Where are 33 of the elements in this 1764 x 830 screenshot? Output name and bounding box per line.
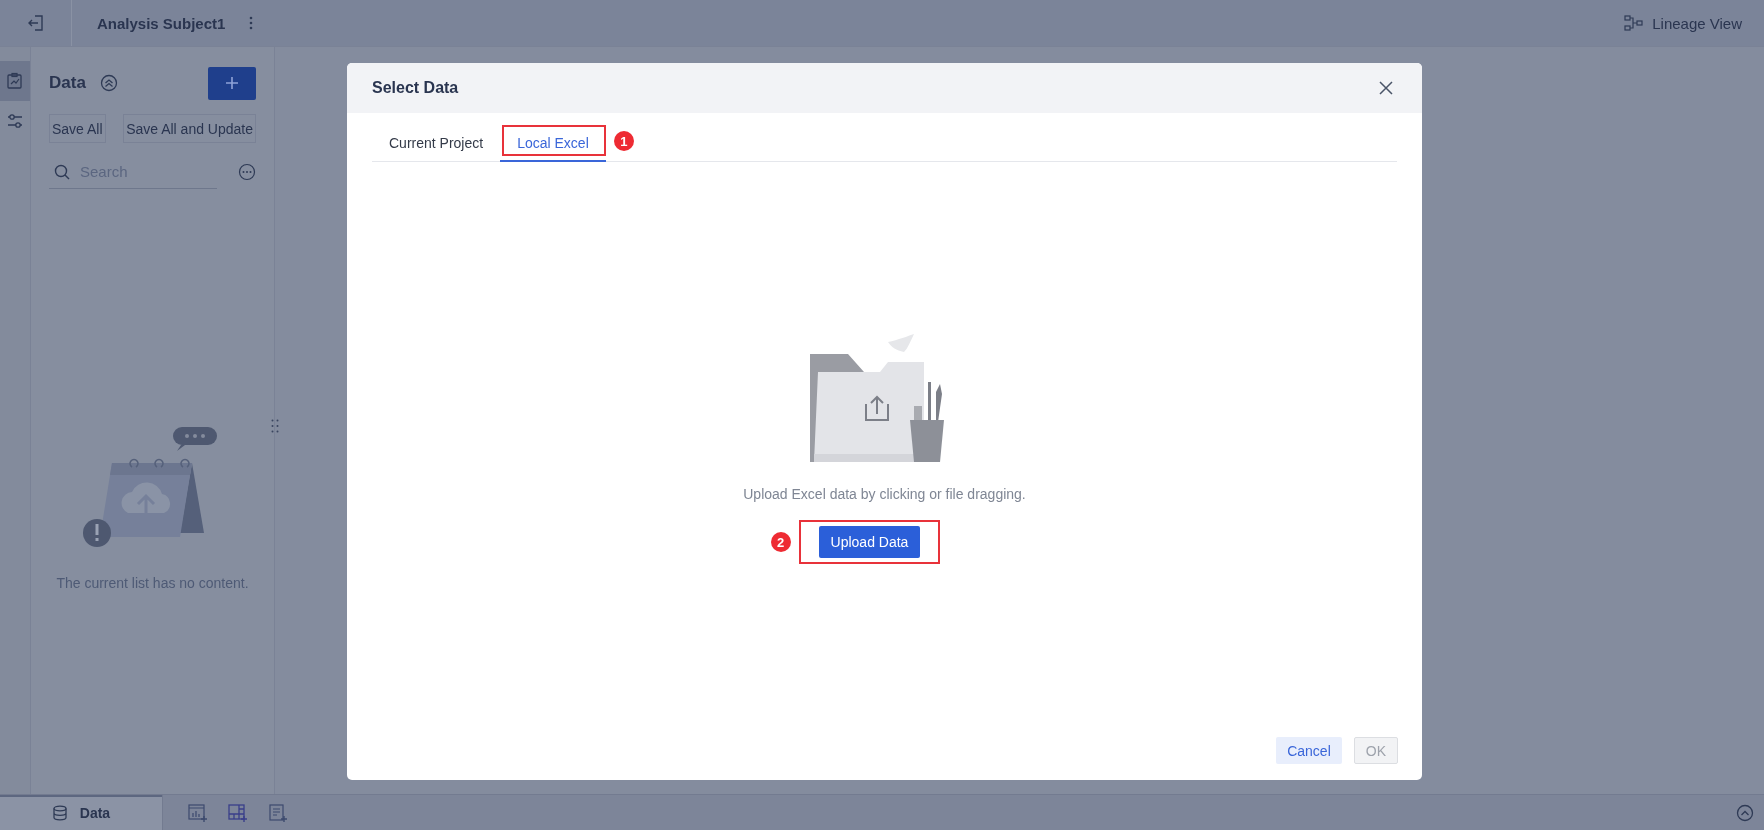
upload-data-button[interactable]: Upload Data <box>818 526 921 558</box>
more-options-icon[interactable] <box>238 163 256 181</box>
dialog-title: Select Data <box>372 79 459 97</box>
close-icon[interactable] <box>1379 81 1393 95</box>
save-button[interactable]: Save All <box>49 114 106 143</box>
lineage-view-link[interactable]: Lineage View <box>1624 14 1742 32</box>
project-title: Analysis Subject1 <box>97 14 226 32</box>
add-button[interactable] <box>208 66 256 100</box>
cancel-button[interactable]: Cancel <box>1276 737 1342 764</box>
step-badge: 2 <box>770 532 791 552</box>
report-tab[interactable] <box>0 61 30 101</box>
dialog-tab[interactable]: Local Excel <box>500 125 606 162</box>
plus-icon <box>225 76 239 90</box>
step-badge: 1 <box>613 131 634 151</box>
data-tab[interactable]: Data <box>0 795 163 830</box>
add-table-icon[interactable] <box>228 803 248 822</box>
add-report-icon[interactable] <box>268 803 288 822</box>
sliders-icon <box>6 112 24 130</box>
exit-icon[interactable] <box>26 14 45 32</box>
empty-message: The current list has no content. <box>56 575 249 591</box>
search-icon <box>54 163 70 180</box>
expand-up-icon[interactable] <box>1736 803 1754 822</box>
clipboard-chart-icon <box>6 72 24 90</box>
dialog-tab[interactable]: Current Project <box>372 125 501 162</box>
drag-handle-icon[interactable] <box>271 419 279 433</box>
collapse-icon[interactable] <box>99 74 118 92</box>
upload-hint: Upload Excel data by clicking or file dragging. <box>743 486 1026 502</box>
add-chart-icon[interactable] <box>188 803 208 822</box>
panel-title: Data <box>49 73 86 93</box>
save-button[interactable]: Save All and Update <box>123 114 256 143</box>
lineage-icon <box>1624 15 1645 31</box>
more-icon[interactable] <box>249 16 254 30</box>
database-icon <box>51 804 68 821</box>
